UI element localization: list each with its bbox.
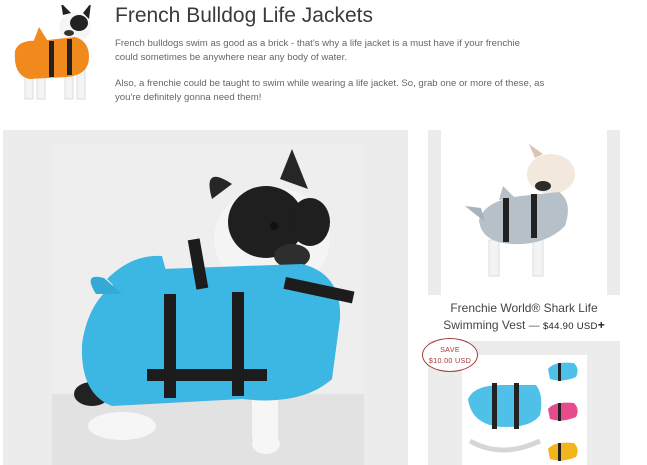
- save-badge-amount: $10.00 USD: [428, 356, 472, 365]
- orange-life-jacket-thumbnail[interactable]: [5, 5, 101, 105]
- life-jacket-variants-photo[interactable]: [462, 355, 587, 465]
- blue-shark-life-jacket-photo[interactable]: [52, 144, 364, 465]
- save-badge: SAVE $10.00 USD: [422, 338, 478, 372]
- page-title: French Bulldog Life Jackets: [115, 4, 373, 27]
- page-description-secondary: Also, a frenchie could be taught to swim…: [115, 78, 545, 103]
- page-description: French bulldogs swim as good as a brick …: [115, 38, 520, 63]
- featured-product-panel: [3, 130, 408, 465]
- product-price: $44.90 USD: [542, 321, 598, 332]
- price-separator: —: [528, 320, 540, 332]
- price-plus-sign: +: [597, 318, 605, 332]
- grey-shark-vest-photo[interactable]: [441, 130, 607, 295]
- collection-header: French Bulldog Life Jackets French bulld…: [0, 0, 647, 120]
- save-badge-label: SAVE: [440, 345, 460, 354]
- product-card-image-panel: [428, 130, 620, 295]
- product-title-link[interactable]: Frenchie World® Shark Life Swimming Vest…: [428, 300, 620, 335]
